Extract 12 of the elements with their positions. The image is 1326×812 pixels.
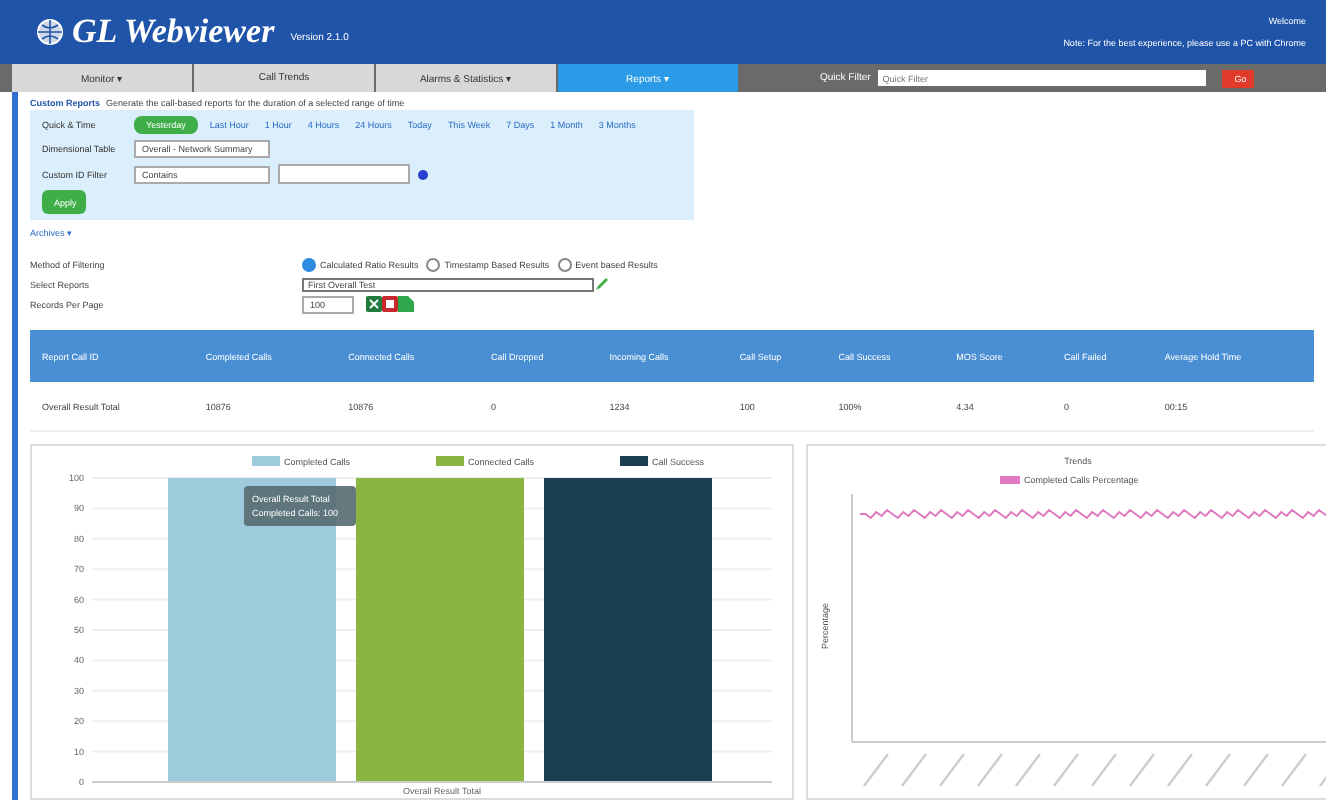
app-title: GL Webviewer [72, 12, 275, 52]
legend-swatch [1000, 476, 1020, 484]
document-icon[interactable] [398, 296, 414, 312]
dot-icon[interactable] [418, 169, 428, 179]
edit-icon[interactable] [594, 276, 610, 292]
radio-button[interactable] [426, 257, 441, 271]
globe-icon [36, 18, 64, 46]
pdf-icon[interactable] [382, 296, 398, 312]
radio-button[interactable] [557, 257, 572, 271]
radio-button[interactable] [302, 257, 316, 271]
spreadsheet-icon[interactable] [366, 296, 382, 312]
id-input-field[interactable] [278, 164, 410, 184]
